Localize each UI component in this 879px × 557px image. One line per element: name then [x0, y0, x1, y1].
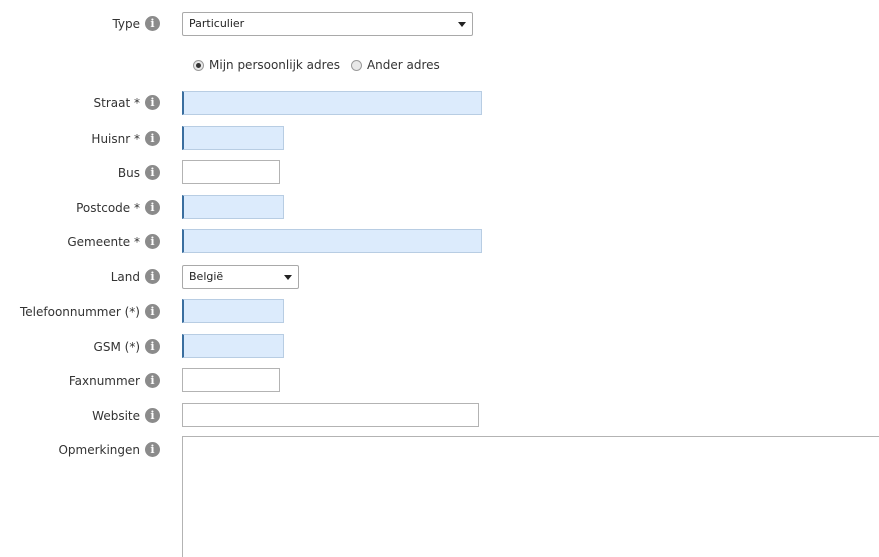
info-icon[interactable]: i	[145, 200, 160, 215]
telefoon-input[interactable]	[182, 299, 284, 323]
opmerkingen-textarea[interactable]	[182, 436, 879, 557]
land-select[interactable]: België	[182, 265, 299, 289]
gsm-label: GSM (*)	[93, 340, 140, 354]
huisnr-label: Huisnr *	[91, 132, 140, 146]
fax-input[interactable]	[182, 368, 280, 392]
radio-own-address-label[interactable]: Mijn persoonlijk adres	[209, 58, 340, 72]
gemeente-input[interactable]	[182, 229, 482, 253]
info-icon[interactable]: i	[145, 304, 160, 319]
info-icon[interactable]: i	[145, 16, 160, 31]
postcode-input[interactable]	[182, 195, 284, 219]
info-icon[interactable]: i	[145, 131, 160, 146]
info-icon[interactable]: i	[145, 373, 160, 388]
radio-own-address[interactable]	[193, 59, 204, 71]
huisnr-input[interactable]	[182, 126, 284, 150]
info-icon[interactable]: i	[145, 339, 160, 354]
type-select[interactable]: Particulier	[182, 12, 473, 36]
fax-label: Faxnummer	[68, 374, 140, 388]
radio-other-address-label[interactable]: Ander adres	[367, 58, 440, 72]
straat-input[interactable]	[182, 91, 482, 115]
radio-other-address[interactable]	[350, 59, 362, 71]
land-label: Land	[110, 270, 140, 284]
bus-label: Bus	[117, 166, 140, 180]
opmerkingen-label: Opmerkingen	[58, 443, 140, 457]
info-icon[interactable]: i	[145, 234, 160, 249]
type-select-value: Particulier	[189, 17, 245, 30]
bus-input[interactable]	[182, 160, 280, 184]
address-choice-group: Mijn persoonlijk adres Ander adres	[193, 57, 446, 73]
land-select-value: België	[189, 270, 224, 283]
website-label: Website	[92, 409, 140, 423]
info-icon[interactable]: i	[145, 95, 160, 110]
info-icon[interactable]: i	[145, 165, 160, 180]
website-input[interactable]	[182, 403, 479, 427]
info-icon[interactable]: i	[145, 408, 160, 423]
info-icon[interactable]: i	[145, 269, 160, 284]
straat-label: Straat *	[93, 96, 140, 110]
chevron-down-icon	[458, 22, 466, 27]
type-label: Type	[112, 17, 140, 31]
gsm-input[interactable]	[182, 334, 284, 358]
chevron-down-icon	[284, 275, 292, 280]
gemeente-label: Gemeente *	[67, 235, 140, 249]
info-icon[interactable]: i	[145, 442, 160, 457]
postcode-label: Postcode *	[76, 201, 140, 215]
telefoon-label: Telefoonnummer (*)	[20, 305, 140, 319]
